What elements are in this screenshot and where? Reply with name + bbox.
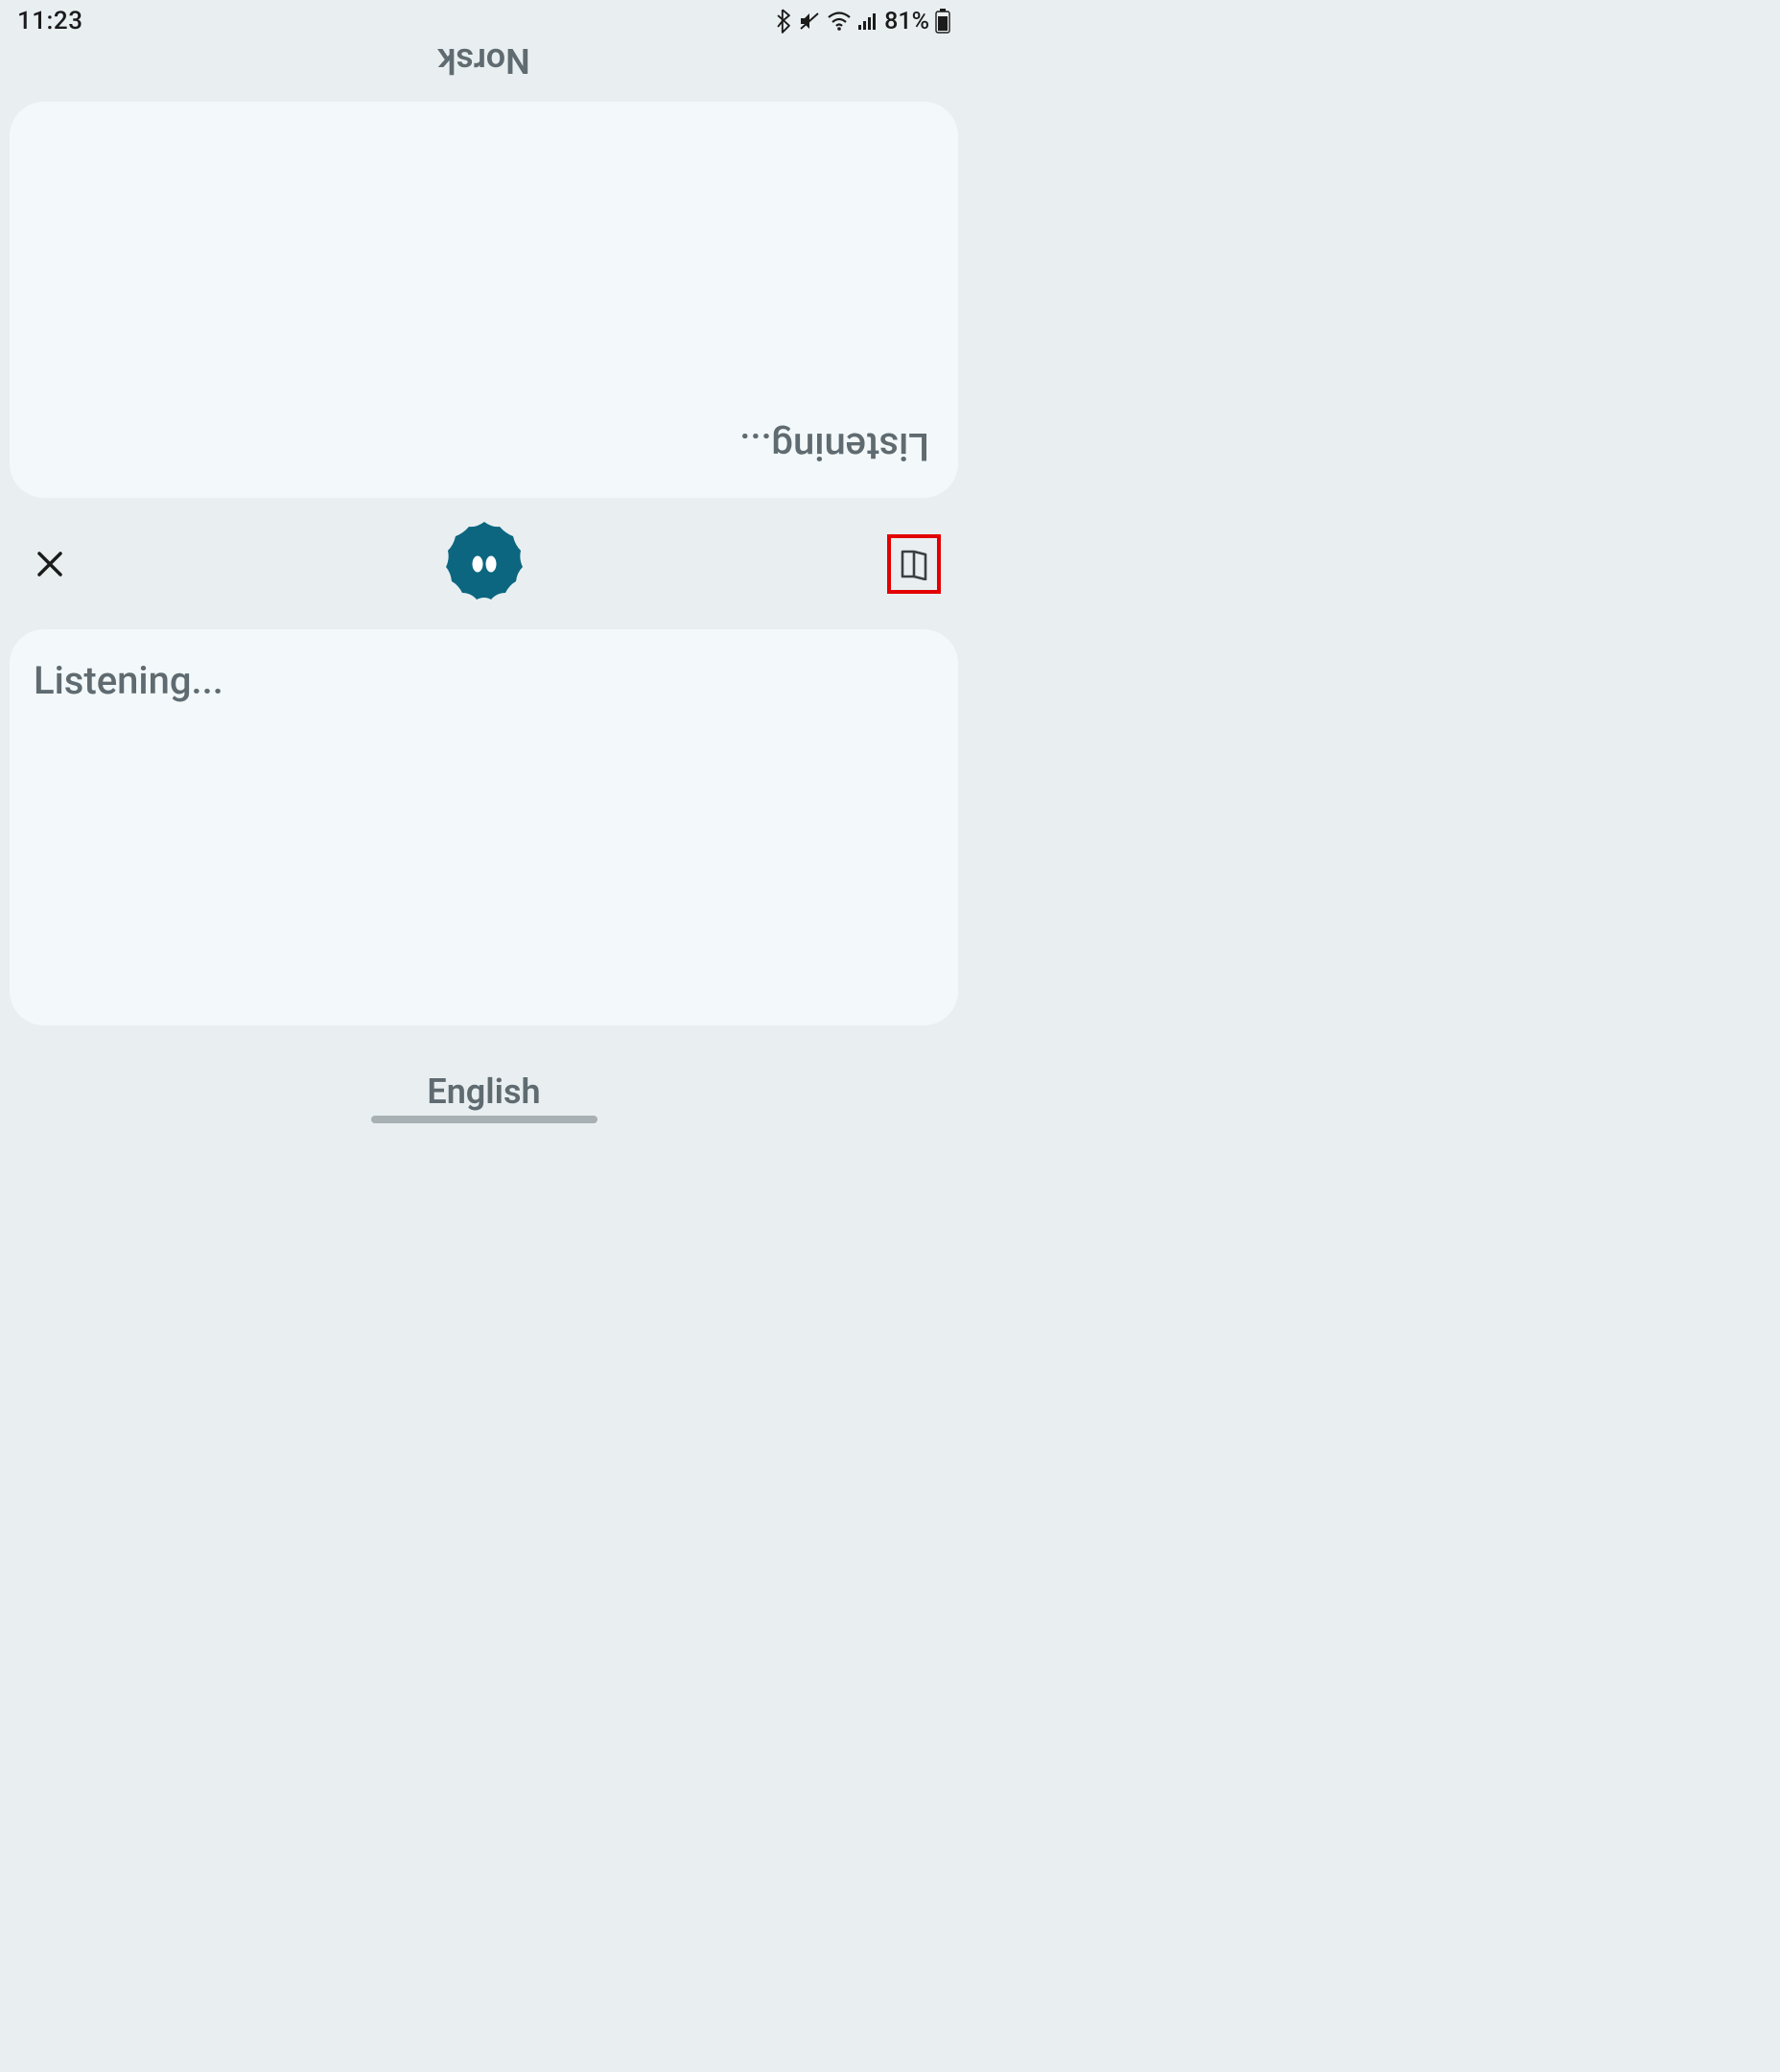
center-toolbar xyxy=(0,499,968,629)
listening-indicator-badge[interactable] xyxy=(436,516,532,612)
target-language-label[interactable]: Norsk xyxy=(0,40,968,81)
status-time: 11:23 xyxy=(17,7,82,35)
navigation-handle[interactable] xyxy=(371,1116,597,1123)
status-bar: 11:23 xyxy=(0,0,968,42)
wifi-icon xyxy=(827,12,852,31)
starburst-icon xyxy=(436,516,532,612)
book-open-icon xyxy=(899,548,929,580)
split-view-button[interactable] xyxy=(887,534,941,594)
source-language-label[interactable]: English xyxy=(0,1071,968,1112)
bluetooth-icon xyxy=(775,9,792,34)
close-icon xyxy=(35,549,65,579)
battery-percent: 81% xyxy=(884,8,929,35)
target-listening-status: Listening... xyxy=(739,424,929,469)
source-listening-status: Listening... xyxy=(34,658,223,703)
status-indicators: 81% xyxy=(775,8,950,35)
target-translation-panel[interactable]: Listening... xyxy=(10,102,958,498)
source-translation-panel[interactable]: Listening... xyxy=(10,629,958,1025)
close-button[interactable] xyxy=(27,541,73,587)
battery-icon xyxy=(935,9,950,34)
signal-icon xyxy=(857,12,878,31)
mute-icon xyxy=(798,11,821,32)
